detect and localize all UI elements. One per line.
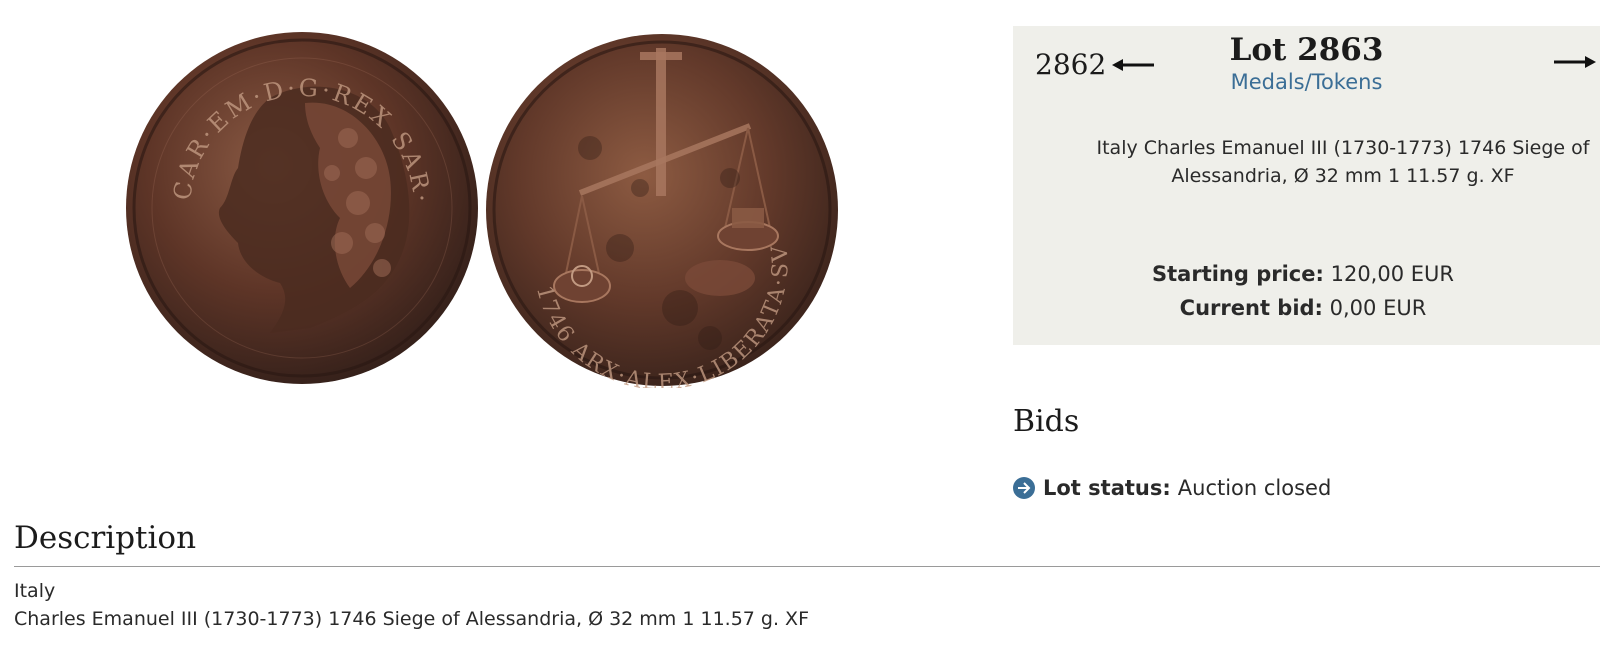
coin-obverse: CAR·EM·D·G·REX SAR·CYP·ET·IER· [120,28,478,384]
lot-status-value: Auction closed [1177,476,1332,500]
current-bid-value: 0,00 EUR [1329,296,1427,320]
lot-summary: Italy Charles Emanuel III (1730-1773) 17… [1096,137,1590,187]
current-bid-row: Current bid: 0,00 EUR [1053,296,1553,320]
description-divider [14,566,1600,567]
arrow-right-icon [1554,56,1596,68]
description-text: Charles Emanuel III (1730-1773) 1746 Sie… [14,608,809,630]
lot-status-row: Lot status: Auction closed [1013,476,1331,500]
lot-status-label: Lot status: [1043,476,1171,500]
bids-heading: Bids [1013,404,1080,439]
next-lot-link[interactable] [1554,54,1596,73]
starting-price-value: 120,00 EUR [1330,262,1454,286]
arrow-circle-right-icon [1013,477,1035,499]
lot-info-panel: 2862 Lot 2863 Medals/Tokens Italy Charle… [1013,26,1600,345]
starting-price-row: Starting price: 120,00 EUR [1053,262,1553,286]
current-bid-label: Current bid: [1179,296,1323,320]
description-country: Italy [14,580,56,602]
lot-page: CAR·EM·D·G·REX SAR·CYP·ET·IER· [0,0,1600,660]
description-heading: Description [14,520,197,556]
lot-category-link[interactable]: Medals/Tokens [1013,70,1600,94]
starting-price-label: Starting price: [1152,262,1324,286]
lot-title: Lot 2863 [1229,32,1384,68]
coin-photo[interactable]: CAR·EM·D·G·REX SAR·CYP·ET·IER· [120,28,850,388]
